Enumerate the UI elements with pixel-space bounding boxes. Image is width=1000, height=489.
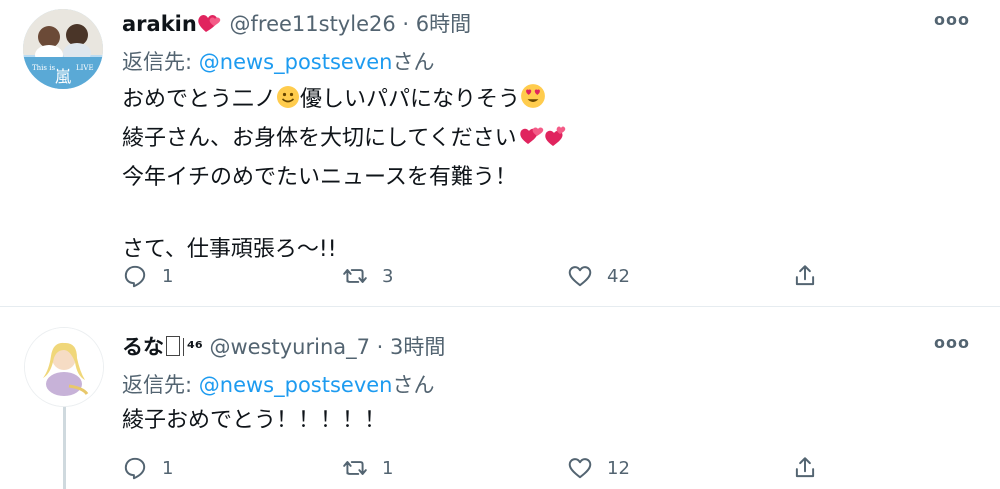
reply-prefix: 返信先: bbox=[122, 50, 199, 74]
separator: · bbox=[402, 12, 410, 36]
retweet-icon bbox=[343, 461, 367, 475]
like-count: 42 bbox=[607, 265, 630, 287]
display-name[interactable]: るな bbox=[122, 335, 164, 359]
smiling-face-emoji bbox=[276, 85, 300, 121]
tweet-line: 綾子さん、お身体を大切にしてください bbox=[122, 126, 517, 151]
avatar-text-right: LIVE bbox=[76, 64, 94, 72]
share-icon bbox=[795, 457, 815, 478]
thread-line bbox=[63, 405, 66, 489]
reply-bubble-icon bbox=[124, 457, 146, 480]
heart-emoji bbox=[197, 12, 223, 39]
avatar-text-left: This is bbox=[32, 64, 56, 72]
tweet-line: 優しいパパになりそう bbox=[300, 87, 521, 112]
name-suffix: ⁴⁶ bbox=[187, 338, 203, 359]
retweet-icon bbox=[343, 269, 367, 283]
tweet-2[interactable]: るな ⁴⁶ @westyurina_7 · 3時間 ooo 返信先: @news_… bbox=[0, 307, 1000, 489]
missing-glyph bbox=[166, 336, 180, 356]
reply-button[interactable]: 1 bbox=[122, 261, 173, 291]
reply-to-line: 返信先: @news_postsevenさん bbox=[122, 369, 434, 399]
like-button[interactable]: 12 bbox=[567, 453, 630, 483]
display-name[interactable]: arakin bbox=[122, 12, 197, 36]
tweet-line: 綾子おめでとう！！！！！ bbox=[122, 408, 387, 433]
action-bar: 1 3 42 bbox=[122, 261, 842, 291]
separator: · bbox=[376, 335, 384, 359]
reply-bubble-icon bbox=[124, 265, 146, 288]
retweet-button[interactable]: 3 bbox=[342, 261, 393, 291]
avatar[interactable] bbox=[24, 327, 104, 407]
reply-to-line: 返信先: @news_postsevenさん bbox=[122, 46, 434, 76]
reply-count: 1 bbox=[162, 457, 174, 479]
tweet-header: arakin @free11style26 · 6時間 bbox=[122, 8, 471, 39]
share-icon bbox=[795, 265, 815, 286]
reply-count: 1 bbox=[162, 265, 174, 287]
reply-button[interactable]: 1 bbox=[122, 453, 173, 483]
share-button[interactable] bbox=[792, 261, 818, 291]
tweet-body: 綾子おめでとう！！！！！ bbox=[122, 403, 386, 439]
timestamp[interactable]: 3時間 bbox=[390, 335, 445, 359]
tweet-header: るな ⁴⁶ @westyurina_7 · 3時間 bbox=[122, 331, 445, 361]
heart-eyes-emoji bbox=[520, 83, 546, 121]
reply-prefix: 返信先: bbox=[122, 373, 199, 397]
timestamp[interactable]: 6時間 bbox=[416, 12, 471, 36]
like-button[interactable]: 42 bbox=[567, 261, 630, 291]
reply-mention-link[interactable]: @news_postseven bbox=[199, 50, 393, 74]
more-horizontal-icon[interactable]: ooo bbox=[934, 10, 970, 29]
avatar[interactable]: This is 嵐 LIVE bbox=[23, 9, 103, 89]
action-bar: 1 1 12 bbox=[122, 453, 842, 483]
handle[interactable]: @free11style26 bbox=[230, 12, 396, 36]
reply-mention-link[interactable]: @news_postseven bbox=[199, 373, 393, 397]
tweet-line: 今年イチのめでたいニュースを有難う！ bbox=[122, 165, 517, 190]
like-count: 12 bbox=[607, 457, 630, 479]
retweet-button[interactable]: 1 bbox=[342, 453, 393, 483]
heart-icon bbox=[568, 266, 592, 287]
retweet-count: 3 bbox=[382, 265, 394, 287]
retweet-count: 1 bbox=[382, 457, 394, 479]
share-button[interactable] bbox=[792, 453, 818, 483]
tweet-1[interactable]: This is 嵐 LIVE arakin @free11style26 · 6… bbox=[0, 0, 1000, 307]
more-horizontal-icon[interactable]: ooo bbox=[934, 333, 970, 352]
reply-suffix: さん bbox=[392, 50, 435, 74]
tweet-body: おめでとう二ノ 優しいパパになりそう 綾子さん、お身体を大切にしてください 今年イ… bbox=[122, 82, 567, 268]
two-hearts-emoji bbox=[517, 122, 567, 160]
tweet-line: おめでとう二ノ bbox=[122, 87, 277, 112]
avatar-text-center: 嵐 bbox=[55, 67, 72, 86]
reply-suffix: さん bbox=[392, 373, 435, 397]
handle[interactable]: @westyurina_7 bbox=[209, 335, 370, 359]
heart-icon bbox=[568, 458, 592, 479]
